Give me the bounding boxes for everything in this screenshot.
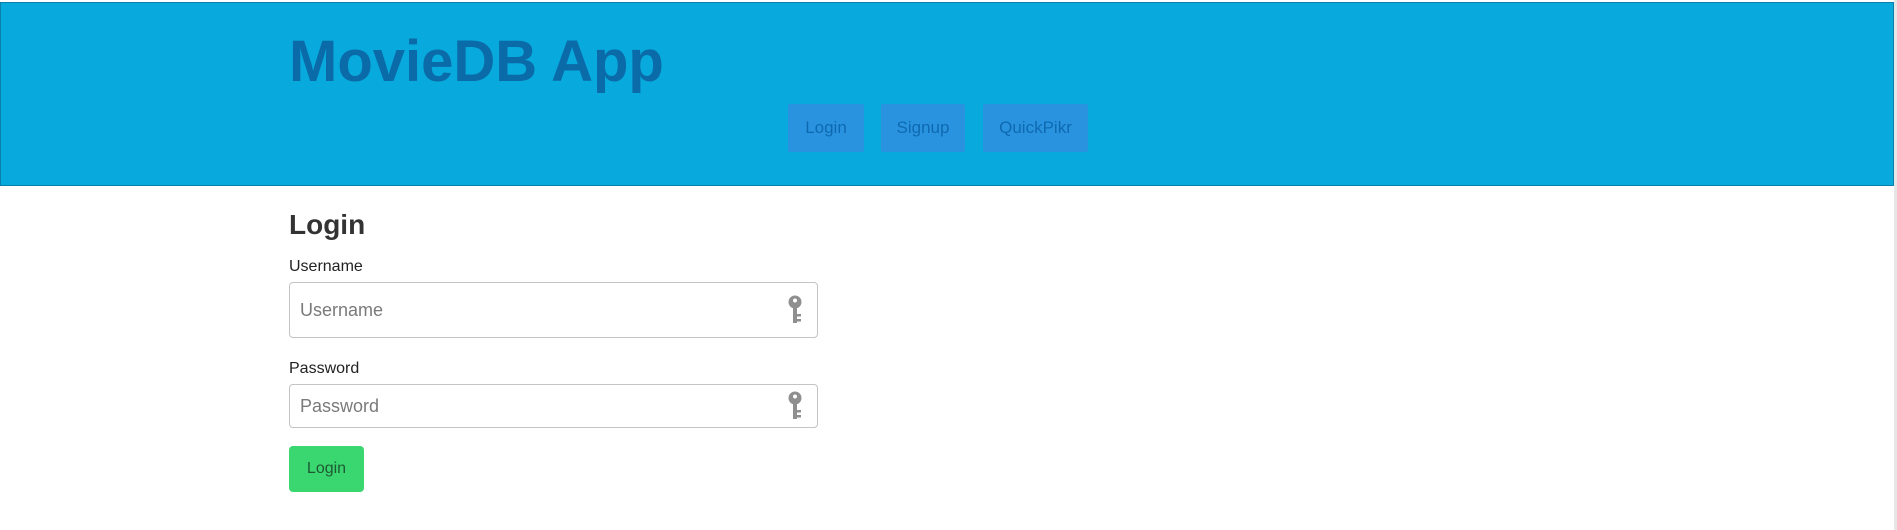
password-field-wrapper [289,384,818,428]
username-input[interactable] [290,283,817,337]
app-header: MovieDB App [0,2,1894,186]
username-field-wrapper [289,282,818,338]
page-title: Login [289,209,366,240]
nav-login-button[interactable]: Login [788,104,864,152]
nav-quickpikr-button[interactable]: QuickPikr [983,104,1088,152]
app-title: MovieDB App [289,29,664,94]
key-icon [788,391,802,419]
password-label: Password [289,360,360,377]
key-icon [788,295,802,323]
username-label: Username [289,258,363,275]
login-submit-button[interactable]: Login [289,446,364,492]
nav-signup-button[interactable]: Signup [881,104,965,152]
password-input[interactable] [290,385,817,427]
